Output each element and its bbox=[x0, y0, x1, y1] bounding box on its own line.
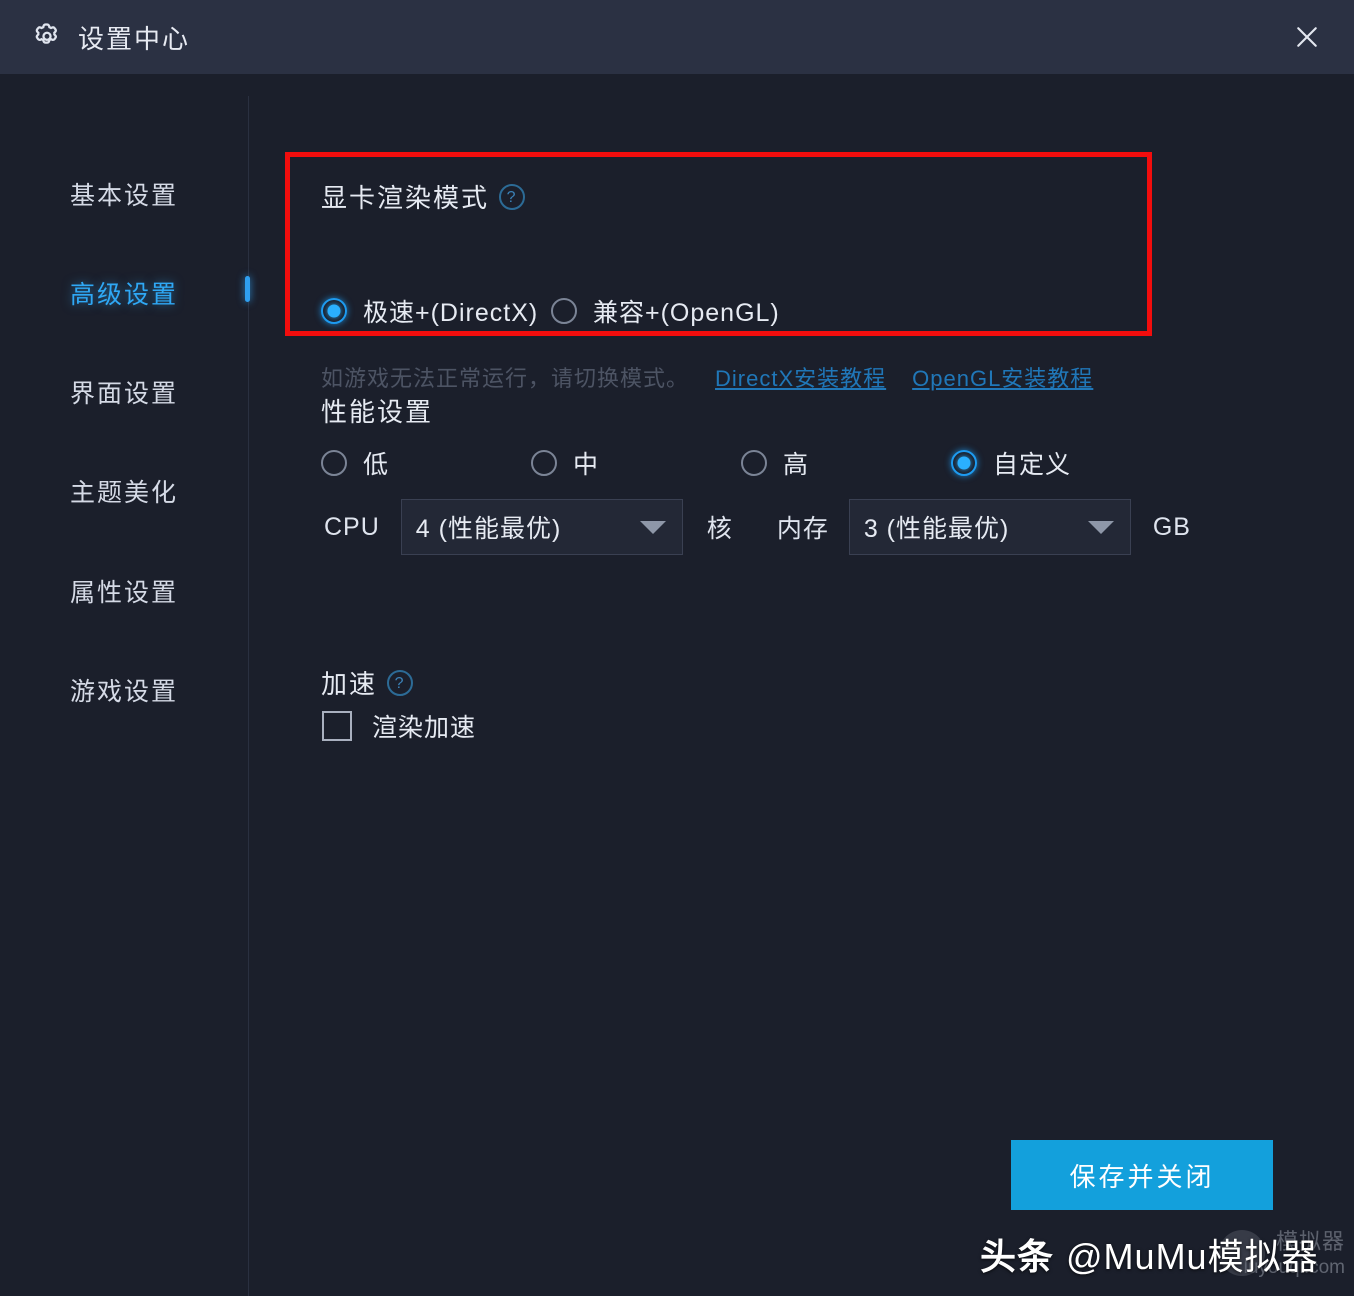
radio-label: 极速+(DirectX) bbox=[363, 299, 539, 327]
radio-dot-icon bbox=[531, 450, 557, 476]
question-mark-icon[interactable]: ? bbox=[387, 670, 414, 696]
performance-preset-radio-group: 低 中 高 自定义 bbox=[321, 446, 1121, 480]
memory-size-value: 3 (性能最优) bbox=[863, 515, 1010, 543]
checkbox-label: 渲染加速 bbox=[372, 714, 477, 742]
render-mode-radio-group: 极速+(DirectX) 兼容+(OpenGL) bbox=[321, 294, 1101, 328]
render-mode-title: 显卡渲染模式 bbox=[321, 183, 490, 213]
sidebar-item-basic[interactable]: 基本设置 bbox=[0, 170, 248, 218]
sidebar-item-game[interactable]: 游戏设置 bbox=[0, 666, 248, 714]
radio-label: 自定义 bbox=[993, 451, 1072, 479]
chevron-down-icon bbox=[1087, 520, 1114, 534]
radio-label: 兼容+(OpenGL) bbox=[593, 299, 780, 327]
sidebar-item-interface[interactable]: 界面设置 bbox=[0, 368, 248, 416]
sidebar-item-label: 界面设置 bbox=[70, 380, 179, 408]
cpu-field-row: CPU 4 (性能最优) 核 内存 3 (性能最优) GB bbox=[324, 497, 1191, 557]
render-mode-title-row: 显卡渲染模式? bbox=[321, 178, 526, 215]
memory-size-select[interactable]: 3 (性能最优) bbox=[848, 499, 1131, 555]
chevron-down-icon bbox=[639, 520, 666, 534]
sidebar-item-label: 游戏设置 bbox=[70, 678, 179, 706]
title-bar-left: 设置中心 bbox=[0, 19, 190, 56]
question-mark-icon[interactable]: ? bbox=[499, 184, 526, 210]
sidebar-item-property[interactable]: 属性设置 bbox=[0, 567, 248, 615]
radio-high[interactable]: 高 bbox=[741, 445, 809, 481]
memory-unit-label: GB bbox=[1152, 512, 1191, 541]
cpu-label: CPU bbox=[324, 512, 380, 541]
acceleration-title: 加速 bbox=[321, 669, 378, 699]
radio-dot-icon bbox=[951, 450, 977, 476]
radio-dot-icon bbox=[551, 298, 577, 324]
radio-dot-icon bbox=[741, 450, 767, 476]
save-and-close-button[interactable]: 保存并关闭 bbox=[1011, 1140, 1273, 1210]
title-bar: 设置中心 bbox=[0, 0, 1354, 74]
radio-low[interactable]: 低 bbox=[321, 445, 389, 481]
sidebar-item-advanced[interactable]: 高级设置 bbox=[0, 269, 248, 317]
watermark-account: @MuMu模拟器 bbox=[1066, 1236, 1319, 1277]
channel-watermark: 头条 @MuMu模拟器 bbox=[980, 1228, 1319, 1280]
close-icon[interactable] bbox=[1284, 14, 1330, 60]
radio-label: 中 bbox=[573, 451, 600, 479]
render-acceleration-checkbox[interactable]: 渲染加速 bbox=[322, 708, 476, 744]
render-mode-hint-row: 如游戏无法正常运行，请切换模式。 DirectX安装教程 OpenGL安装教程 bbox=[321, 361, 1093, 393]
cpu-unit-label: 核 bbox=[706, 515, 733, 543]
sidebar-item-label: 属性设置 bbox=[70, 579, 179, 607]
render-mode-hint: 如游戏无法正常运行，请切换模式。 bbox=[321, 366, 690, 391]
radio-dot-icon bbox=[321, 450, 347, 476]
radio-label: 低 bbox=[363, 451, 390, 479]
radio-custom[interactable]: 自定义 bbox=[951, 445, 1071, 481]
link-directx-tutorial[interactable]: DirectX安装教程 bbox=[715, 361, 886, 393]
sidebar-item-label: 高级设置 bbox=[70, 281, 179, 309]
settings-window: 设置中心 基本设置 高级设置 界面设置 主题美化 属性设置 游戏设置 显卡渲染模… bbox=[0, 0, 1354, 1296]
link-opengl-tutorial[interactable]: OpenGL安装教程 bbox=[912, 361, 1093, 393]
radio-directx[interactable]: 极速+(DirectX) bbox=[321, 293, 538, 329]
cpu-core-select[interactable]: 4 (性能最优) bbox=[400, 499, 683, 555]
cpu-core-value: 4 (性能最优) bbox=[415, 515, 562, 543]
sidebar-item-theme[interactable]: 主题美化 bbox=[0, 467, 248, 515]
radio-dot-icon bbox=[321, 298, 347, 324]
checkbox-icon bbox=[322, 711, 352, 741]
radio-medium[interactable]: 中 bbox=[531, 445, 599, 481]
radio-opengl[interactable]: 兼容+(OpenGL) bbox=[551, 293, 780, 329]
window-title: 设置中心 bbox=[78, 23, 191, 54]
sidebar: 基本设置 高级设置 界面设置 主题美化 属性设置 游戏设置 bbox=[0, 74, 248, 1296]
gear-icon bbox=[30, 20, 64, 54]
performance-title: 性能设置 bbox=[321, 397, 434, 427]
sidebar-item-label: 主题美化 bbox=[70, 479, 179, 507]
content-pane: 显卡渲染模式? 极速+(DirectX) 兼容+(OpenGL) 如游戏无法正常… bbox=[249, 74, 1354, 1296]
sidebar-item-label: 基本设置 bbox=[70, 182, 179, 210]
memory-label: 内存 bbox=[776, 515, 829, 543]
radio-label: 高 bbox=[783, 451, 810, 479]
acceleration-title-row: 加速? bbox=[321, 664, 414, 701]
watermark-brand: 头条 bbox=[980, 1236, 1055, 1277]
